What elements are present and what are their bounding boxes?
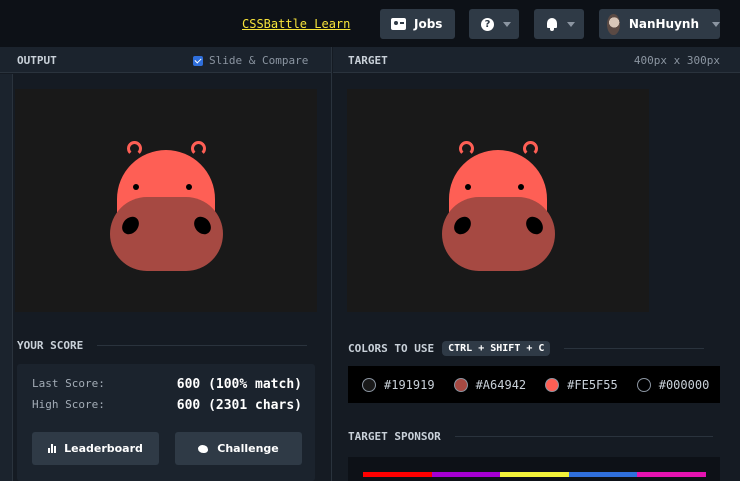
stripe-segment [363,472,432,477]
target-dimensions: 400px x 300px [633,54,720,67]
target-title: TARGET [348,54,388,67]
leaderboard-label: Leaderboard [64,442,143,455]
slide-compare-label: Slide & Compare [209,54,309,67]
avatar [607,13,620,35]
target-header: TARGET 400px x 300px [333,47,740,73]
color-hex: #191919 [384,377,435,392]
stripe-segment [637,472,706,477]
divider [564,348,705,349]
output-panel: OUTPUT Slide & Compare YOUR SCORE Last S… [0,47,332,481]
help-menu-button[interactable]: ? [469,9,519,39]
score-title: YOUR SCORE [17,339,84,352]
stripe-segment [500,472,569,477]
right-ear [191,141,206,156]
slide-compare-toggle[interactable]: Slide & Compare [193,54,308,67]
notifications-button[interactable] [534,9,584,39]
left-eye [133,184,139,190]
color-hex: #FE5F55 [567,377,618,392]
divider [97,345,308,346]
right-eye [518,184,524,190]
last-score-row: Last Score: 600 (100% match) [32,377,302,392]
color-hex: #000000 [658,377,710,392]
hippo-drawing [110,141,223,271]
right-eye [186,184,192,190]
resize-handle[interactable] [0,74,13,481]
sponsor-stripe [363,472,706,477]
target-panel: TARGET 400px x 300px COLORS TO USE CTRL … [333,47,740,481]
sponsor-section-heading: TARGET SPONSOR [348,430,713,443]
output-preview[interactable] [15,89,317,312]
right-nostril [190,213,215,238]
high-score-value: 600 (2301 chars) [176,398,302,413]
color-item[interactable]: #FE5F55 [545,377,618,392]
question-circle-icon: ? [481,17,494,31]
stripe-segment [568,472,638,477]
id-card-icon [391,18,406,30]
output-header: OUTPUT Slide & Compare [0,47,331,73]
divider [454,436,713,437]
chevron-down-icon [567,21,575,27]
stripe-segment [431,472,501,477]
high-score-label: High Score: [32,398,105,411]
output-title: OUTPUT [17,54,57,67]
hippo-snout [110,197,223,271]
color-swatch [453,377,468,392]
sponsor-banner[interactable] [348,457,720,481]
jobs-button[interactable]: Jobs [380,9,455,39]
hippo-drawing [442,141,555,271]
color-hex: #A64942 [475,377,527,392]
left-ear [459,141,474,156]
color-swatch [362,377,376,392]
last-score-value: 600 (100% match) [176,377,302,392]
learn-link[interactable]: CSSBattle Learn [242,17,350,31]
challenge-button[interactable]: Challenge [175,432,302,465]
jobs-label: Jobs [414,17,443,31]
color-item[interactable]: #191919 [362,377,435,392]
left-ear [127,141,142,156]
color-palette: #191919 #A64942 #FE5F55 #000000 [348,366,720,403]
leaderboard-button[interactable]: Leaderboard [32,432,159,465]
user-menu-button[interactable]: NanHuynh [599,9,720,39]
high-score-row: High Score: 600 (2301 chars) [32,398,302,413]
bell-icon [546,17,558,31]
hippo-snout [442,197,555,271]
last-score-label: Last Score: [32,377,105,390]
right-ear [523,141,538,156]
right-nostril [522,213,547,238]
sponsor-title: TARGET SPONSOR [348,430,441,443]
chevron-down-icon [503,21,511,27]
username: NanHuynh [628,17,699,31]
twitter-icon [198,444,209,453]
colors-title: COLORS TO USE [348,342,435,355]
color-item[interactable]: #000000 [636,377,710,392]
copy-colors-shortcut: CTRL + SHIFT + C [442,341,551,356]
left-eye [465,184,471,190]
color-item[interactable]: #A64942 [453,377,527,392]
challenge-label: Challenge [217,442,279,455]
chevron-down-icon [712,21,720,27]
slide-compare-checkbox[interactable] [193,55,203,66]
color-swatch [636,377,651,392]
colors-section-heading: COLORS TO USE CTRL + SHIFT + C [348,341,705,356]
left-nostril [450,213,475,238]
bar-chart-icon [48,444,57,453]
left-nostril [118,213,143,238]
top-navigation-bar: CSSBattle Learn Jobs ? NanHuynh [0,0,740,47]
color-swatch [545,377,560,392]
score-section-heading: YOUR SCORE [17,339,308,352]
target-preview [347,89,649,312]
